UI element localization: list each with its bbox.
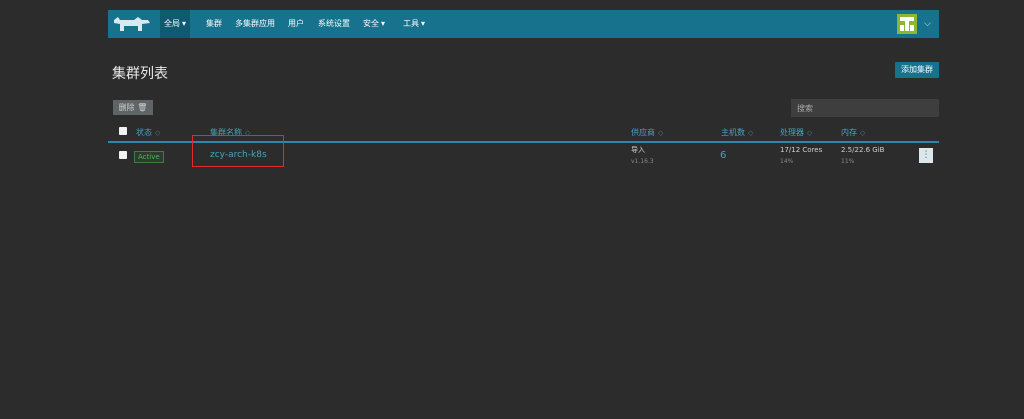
cpu-usage: 17/12 Cores: [780, 146, 823, 154]
more-vertical-icon: ⋮: [921, 150, 931, 160]
nav-users[interactable]: 用户: [284, 10, 308, 38]
chevron-down-icon: ▾: [182, 19, 187, 28]
status-badge: Active: [134, 151, 164, 163]
memory-percent: 11%: [841, 158, 855, 165]
cpu-percent: 14%: [780, 158, 794, 165]
delete-button[interactable]: 删除 🗑: [113, 100, 153, 115]
nav-global[interactable]: 全局 ▾: [160, 10, 191, 38]
user-avatar[interactable]: [897, 14, 917, 34]
page-title: 集群列表: [112, 66, 168, 82]
column-memory[interactable]: 内存 ◇: [841, 127, 865, 138]
chevron-down-icon: ▾: [421, 19, 426, 28]
nav-multicluster-apps-label: 多集群应用: [235, 19, 275, 28]
nav-settings[interactable]: 系统设置: [314, 10, 354, 38]
sort-icon: ◇: [748, 129, 754, 137]
rancher-logo-icon[interactable]: [112, 14, 152, 34]
nav-settings-label: 系统设置: [318, 19, 350, 28]
nav-security[interactable]: 安全 ▾: [359, 10, 389, 38]
node-count[interactable]: 6: [720, 150, 726, 161]
trash-icon: 🗑: [137, 103, 148, 112]
column-provider-label: 供应商: [631, 128, 655, 137]
column-memory-label: 内存: [841, 128, 857, 137]
nav-tools[interactable]: 工具 ▾: [399, 10, 429, 38]
column-provider[interactable]: 供应商 ◇: [631, 127, 663, 138]
sort-icon: ◇: [807, 129, 813, 137]
memory-usage: 2.5/22.6 GiB: [841, 146, 885, 154]
column-nodes-label: 主机数: [721, 128, 745, 137]
row-checkbox[interactable]: [119, 151, 127, 159]
nav-multicluster-apps[interactable]: 多集群应用: [231, 10, 279, 38]
sort-icon: ◇: [658, 129, 664, 137]
add-cluster-button[interactable]: 添加集群: [895, 62, 939, 78]
nav-security-label: 安全: [363, 19, 379, 28]
column-cpu[interactable]: 处理器 ◇: [780, 127, 812, 138]
column-nodes[interactable]: 主机数 ◇: [721, 127, 753, 138]
nav-tools-label: 工具: [403, 19, 419, 28]
nav-clusters[interactable]: 集群: [202, 10, 226, 38]
chevron-down-icon: ▾: [381, 19, 386, 28]
highlight-box: [192, 135, 284, 167]
avatar-icon: [897, 14, 917, 34]
chevron-down-icon[interactable]: ⌵: [924, 10, 931, 38]
delete-button-label: 删除: [118, 103, 135, 112]
column-status-label: 状态: [136, 128, 152, 137]
top-navbar: 全局 ▾ 集群 多集群应用 用户 系统设置 安全 ▾ 工具 ▾ ⌵: [108, 10, 939, 38]
column-status[interactable]: 状态 ◇: [136, 127, 160, 138]
nav-users-label: 用户: [288, 19, 304, 28]
provider-version: v1.16.3: [631, 158, 654, 165]
provider-name: 导入: [631, 146, 645, 154]
nav-clusters-label: 集群: [206, 19, 222, 28]
row-actions-button[interactable]: ⋮: [919, 148, 933, 163]
search-input[interactable]: [791, 99, 939, 117]
column-cpu-label: 处理器: [780, 128, 804, 137]
sort-icon: ◇: [155, 129, 161, 137]
select-all-checkbox[interactable]: [119, 127, 127, 135]
sort-icon: ◇: [860, 129, 866, 137]
nav-global-label: 全局: [164, 19, 180, 28]
